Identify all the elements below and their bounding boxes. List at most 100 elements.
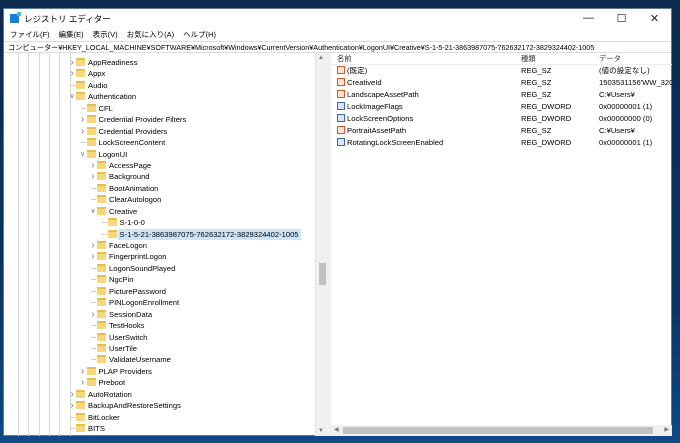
tree-connector (101, 222, 107, 224)
scroll-right-arrow-icon[interactable]: ▶ (664, 426, 669, 433)
tree-item-label: BitLocker (88, 412, 120, 422)
chevron-right-icon[interactable]: › (68, 57, 76, 68)
value-name: LandscapeAssetPath (331, 89, 521, 101)
chevron-right-icon[interactable]: › (89, 251, 97, 262)
tree-connector (91, 290, 96, 292)
tree-item[interactable]: ∨ Creative (4, 206, 314, 217)
tree-item[interactable]: ClearAutologon (4, 194, 314, 205)
value-type: REG_SZ (521, 90, 552, 99)
tree-item[interactable]: ∨ LogonUI (4, 149, 314, 160)
tree-item[interactable]: UserTile (4, 343, 314, 354)
tree-item-label: Authentication (88, 92, 137, 102)
tree-item[interactable]: BitLocker (4, 412, 314, 423)
chevron-right-icon[interactable]: › (79, 377, 87, 388)
value-data: C:¥Users¥ (599, 90, 635, 99)
tree-item[interactable]: › FingerprintLogon (4, 251, 314, 262)
tree-item[interactable]: › AppReadiness (4, 57, 314, 68)
scrollbar-thumb[interactable] (319, 263, 326, 285)
tree-item[interactable]: › BackupAndRestoreSettings (4, 400, 314, 411)
tree-item[interactable]: › PLAP Providers (4, 366, 314, 377)
chevron-right-icon[interactable]: › (79, 114, 87, 125)
menu-help[interactable]: ヘルプ(H) (183, 29, 216, 40)
tree-item-label: AccessPage (109, 160, 152, 170)
tree-item[interactable]: Audio (4, 80, 314, 91)
chevron-right-icon[interactable]: › (68, 68, 76, 79)
chevron-down-icon[interactable]: ∨ (89, 206, 97, 217)
value-row[interactable]: LandscapeAssetPath REG_SZ C:¥Users¥ (331, 89, 672, 101)
tree-item[interactable]: › Credential Providers (4, 126, 314, 137)
tree-item[interactable]: › Credential Provider Filters (4, 114, 314, 125)
tree-item[interactable]: TestHooks (4, 320, 314, 331)
tree-item[interactable]: BITS (4, 423, 314, 434)
maximize-button[interactable]: ☐ (605, 12, 638, 25)
tree-item[interactable]: PicturePassword (4, 286, 314, 297)
registry-editor-window: レジストリ エディター — ☐ ✕ ファイル(F) 編集(E) 表示(V) お気… (3, 8, 672, 436)
column-header-name[interactable]: 名前 (331, 53, 521, 64)
close-button[interactable]: ✕ (638, 12, 671, 25)
tree-item[interactable]: LockScreenContent (4, 137, 314, 148)
tree-item-label: AppReadiness (88, 58, 138, 67)
menu-edit[interactable]: 編集(E) (59, 29, 84, 40)
value-name: RotatingLockScreenEnabled (331, 137, 521, 149)
tree-item-label: CFL (98, 103, 113, 113)
chevron-right-icon[interactable]: › (79, 366, 87, 377)
chevron-down-icon[interactable]: ∨ (68, 91, 76, 102)
title-bar: レジストリ エディター — ☐ ✕ (4, 9, 671, 28)
chevron-right-icon[interactable]: › (89, 240, 97, 251)
tree-item[interactable]: › SessionData (4, 309, 314, 320)
chevron-down-icon[interactable]: ∨ (79, 149, 87, 160)
tree-item[interactable]: › FaceLogon (4, 240, 314, 251)
tree-item[interactable]: › AutoRotation (4, 389, 314, 400)
menu-file[interactable]: ファイル(F) (10, 29, 50, 40)
value-name-text: LockScreenOptions (347, 114, 414, 123)
value-row[interactable]: PortraitAssetPath REG_SZ C:¥Users¥ (331, 125, 672, 137)
tree-item[interactable]: ∨ Authentication (4, 91, 314, 102)
chevron-right-icon[interactable]: › (89, 171, 97, 182)
tree-item-label: LockScreenContent (98, 138, 166, 148)
tree-vertical-scrollbar[interactable]: ▲ ▼ (315, 53, 328, 436)
tree-item[interactable]: › AccessPage (4, 160, 314, 171)
tree-item[interactable]: CFL (4, 103, 314, 114)
value-row[interactable]: LockScreenOptions REG_DWORD 0x00000000 (0) (331, 113, 672, 125)
tree-item-label: S-1-5-21-3863987075-762632172-3829324402… (117, 228, 301, 240)
tree-item[interactable]: S-1-5-21-3863987075-762632172-3829324402… (4, 228, 314, 240)
tree-item-label: S-1-0-0 (119, 218, 145, 228)
menu-view[interactable]: 表示(V) (93, 29, 118, 40)
tree-item[interactable]: › Preboot (4, 377, 314, 388)
column-header-data[interactable]: データ (599, 53, 672, 64)
chevron-right-icon[interactable]: › (68, 389, 76, 400)
tree-item[interactable]: S-1-0-0 (4, 217, 314, 228)
value-row[interactable]: (既定) REG_SZ (値の設定なし) (331, 65, 672, 77)
value-row[interactable]: LockImageFlags REG_DWORD 0x00000001 (1) (331, 101, 672, 113)
list-horizontal-scrollbar[interactable]: ◀ ▶ (331, 425, 672, 436)
value-row[interactable]: CreativeId REG_SZ 1503531156'WW_3200 (331, 77, 672, 89)
scroll-down-arrow-icon[interactable]: ▼ (318, 428, 324, 434)
chevron-right-icon[interactable]: › (89, 309, 97, 320)
tree-item-label: FingerprintLogon (109, 252, 167, 262)
tree-connector (91, 325, 96, 327)
tree-item[interactable]: BootAnimation (4, 183, 314, 194)
tree-item-label: BootAnimation (109, 183, 159, 193)
folder-icon (86, 378, 96, 387)
chevron-right-icon[interactable]: › (89, 160, 97, 171)
tree-item[interactable]: › Background (4, 171, 314, 182)
tree-item[interactable]: LogonSoundPlayed (4, 263, 314, 274)
minimize-button[interactable]: — (572, 12, 605, 25)
tree-item[interactable]: PINLogonEnrollment (4, 297, 314, 308)
chevron-right-icon[interactable]: › (68, 400, 76, 411)
scroll-left-arrow-icon[interactable]: ◀ (334, 426, 339, 433)
value-row[interactable]: RotatingLockScreenEnabled REG_DWORD 0x0000… (331, 137, 672, 149)
menu-favorites[interactable]: お気に入り(A) (127, 29, 175, 40)
tree-item[interactable]: NgcPin (4, 274, 314, 285)
address-bar[interactable]: コンピューター¥HKEY_LOCAL_MACHINE¥SOFTWARE¥Micr… (4, 41, 671, 53)
column-header-type[interactable]: 種類 (521, 53, 599, 64)
scrollbar-thumb[interactable] (343, 427, 653, 434)
tree-item[interactable]: › Appx (4, 68, 314, 79)
tree-connector (101, 233, 107, 235)
tree-item[interactable]: UserSwitch (4, 332, 314, 343)
tree-item[interactable]: ValidateUsername (4, 354, 314, 365)
tree-item-label: ClearAutologon (109, 195, 162, 205)
scroll-up-arrow-icon[interactable]: ▲ (318, 55, 324, 61)
folder-icon (97, 286, 106, 295)
chevron-right-icon[interactable]: › (79, 126, 87, 137)
